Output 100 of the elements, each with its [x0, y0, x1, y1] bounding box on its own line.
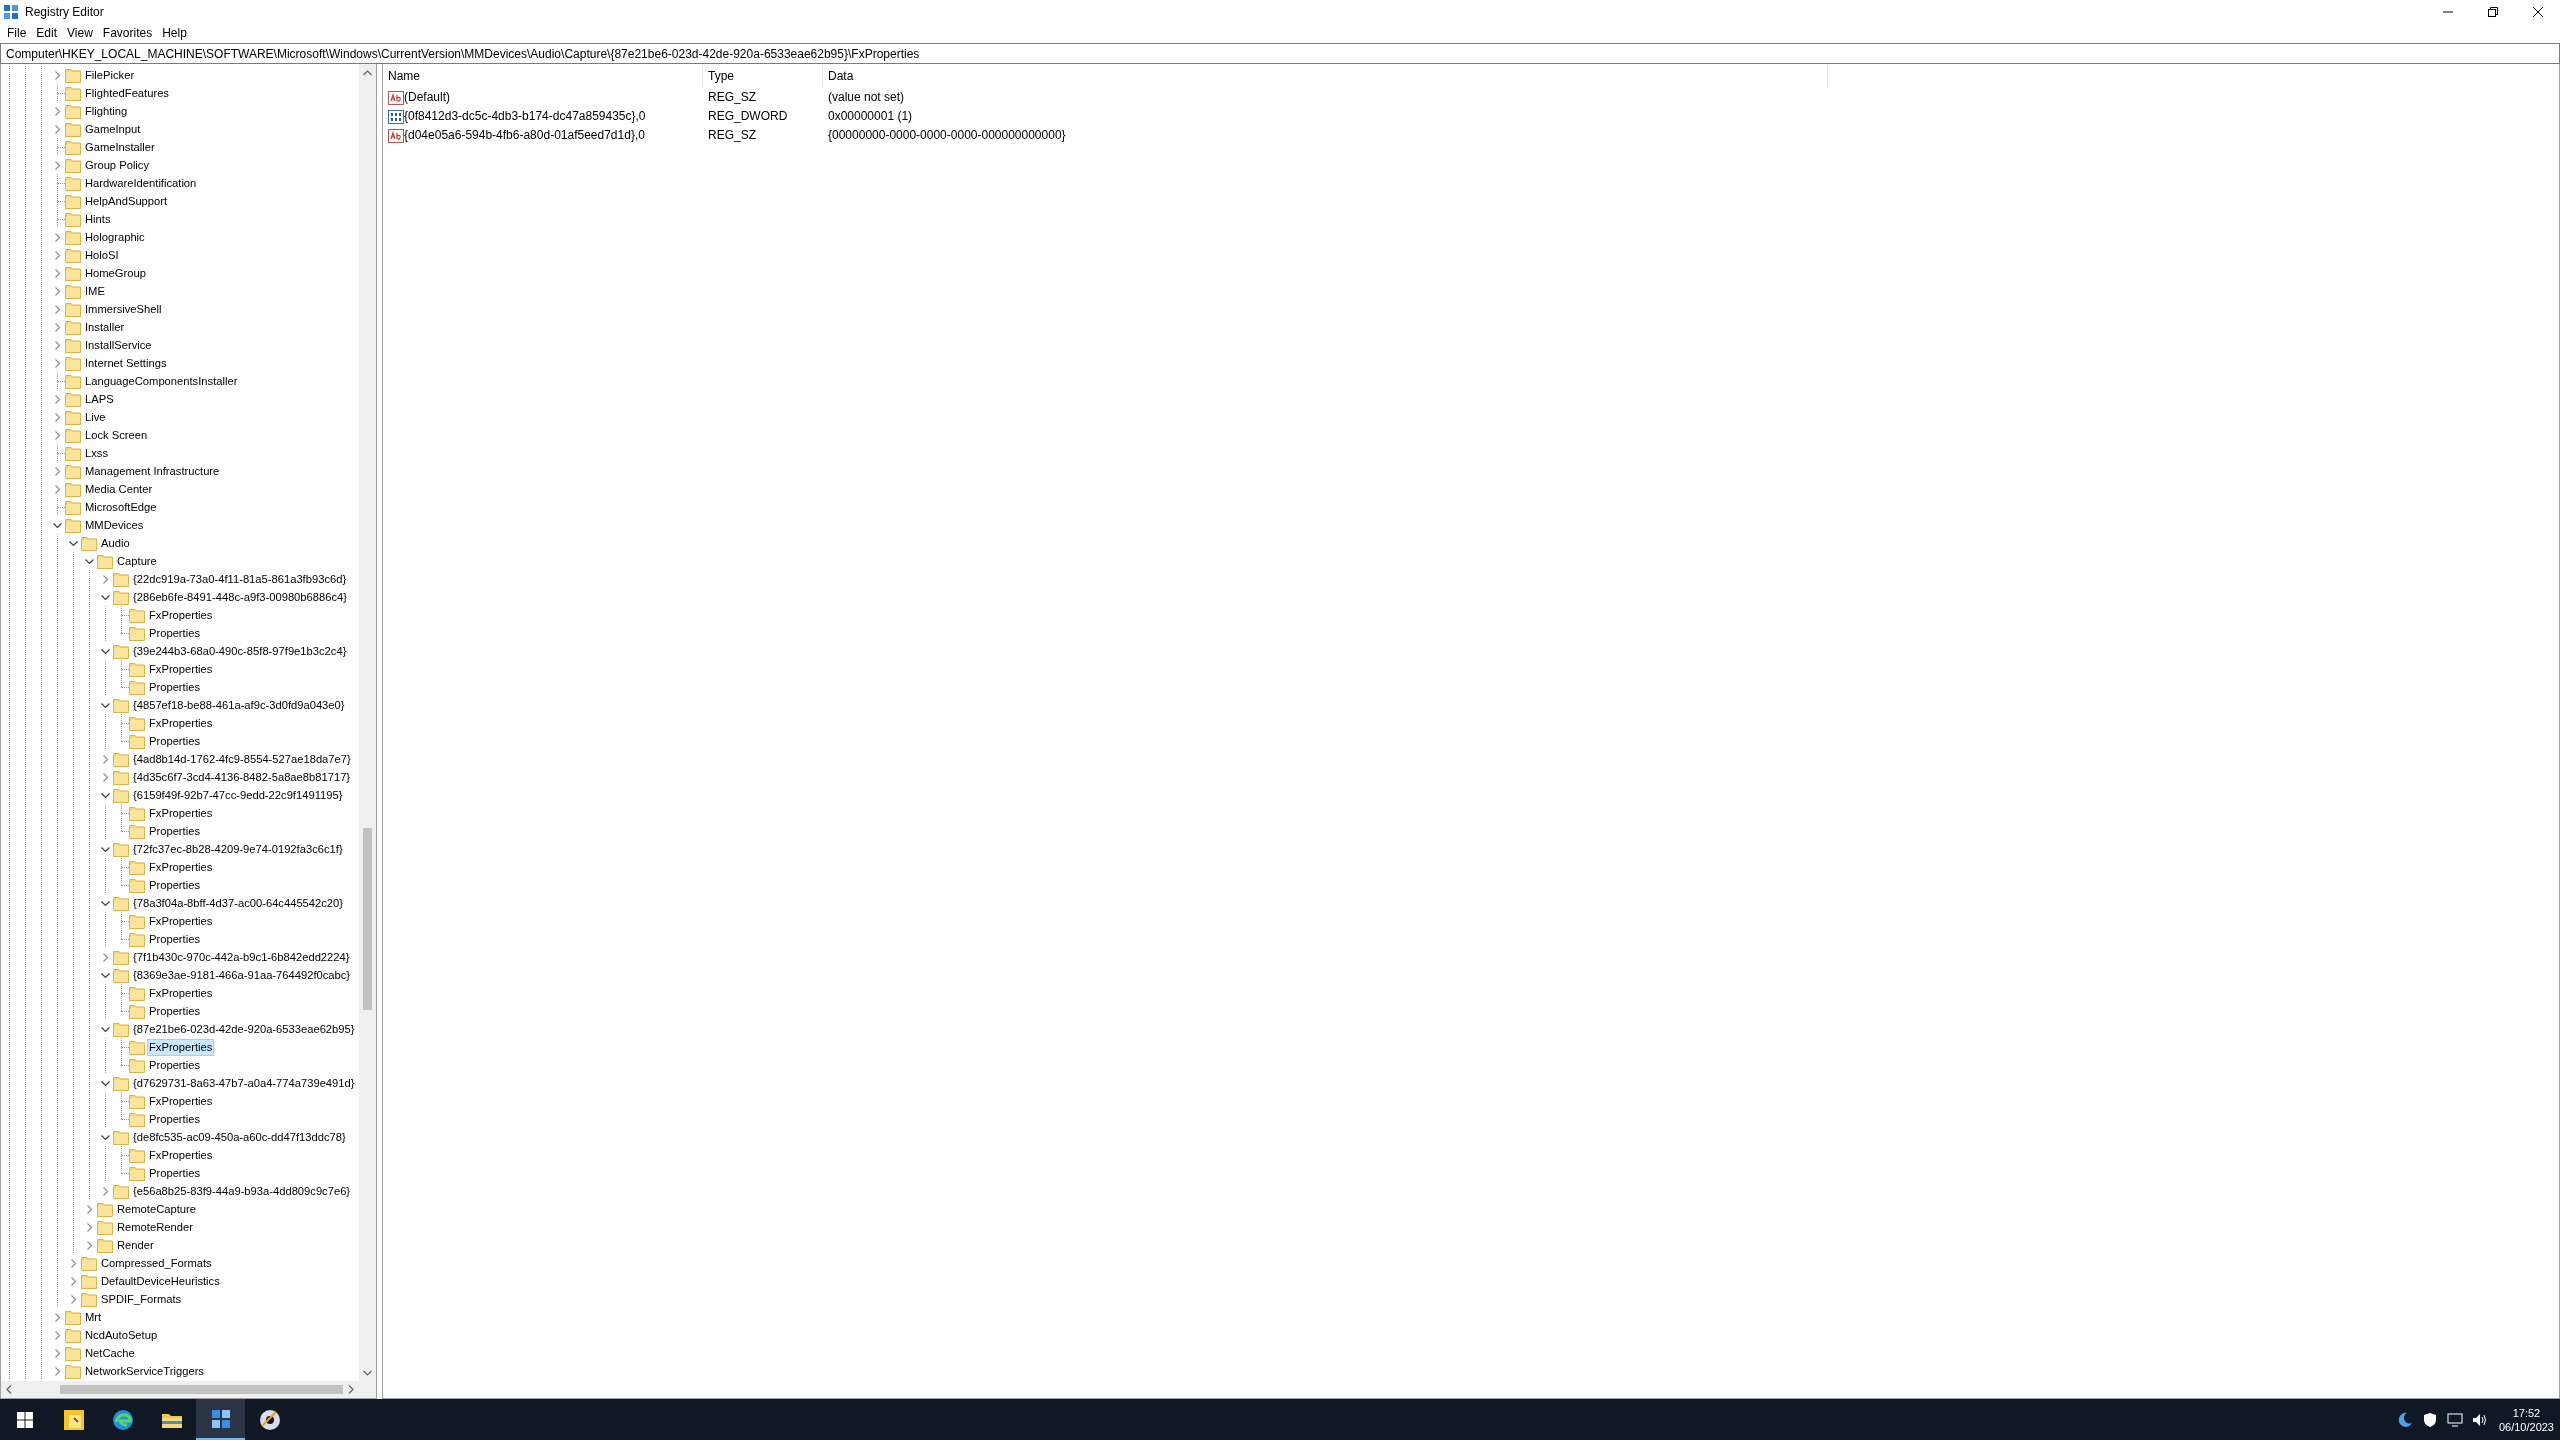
scroll-left-icon[interactable]	[6, 1385, 13, 1394]
tree-item[interactable]: {6159f49f-92b7-47cc-9edd-22c9f1491195}	[131, 786, 345, 804]
chevron-down-icon[interactable]	[68, 538, 78, 548]
chevron-right-icon[interactable]	[68, 1294, 78, 1304]
tree-item[interactable]: MMDevices	[83, 516, 146, 534]
chevron-down-icon[interactable]	[100, 1132, 110, 1142]
tree-item[interactable]: Lock Screen	[83, 426, 150, 444]
tree-item[interactable]: RemoteCapture	[115, 1200, 198, 1218]
tree-item[interactable]: FxProperties	[147, 660, 215, 678]
tree-item[interactable]: FxProperties	[147, 714, 215, 732]
chevron-right-icon[interactable]	[68, 1258, 78, 1268]
taskbar-app-button[interactable]	[196, 1399, 245, 1440]
tree-item[interactable]: Internet Settings	[83, 354, 169, 372]
tree-item[interactable]: Lxss	[83, 444, 110, 462]
tree-item[interactable]: FxProperties	[147, 804, 215, 822]
tree-item[interactable]: {39e244b3-68a0-490c-85f8-97f9e1b3c2c4}	[131, 642, 349, 660]
tree-item[interactable]: {d7629731-8a63-47b7-a0a4-774a739e491d}	[131, 1074, 357, 1092]
tree-item[interactable]: FilePicker	[83, 66, 137, 84]
tree-item[interactable]: {4d35c6f7-3cd4-4136-8482-5a8ae8b81717}	[131, 768, 353, 786]
tree-item[interactable]: Properties	[147, 1110, 202, 1128]
chevron-right-icon[interactable]	[52, 1312, 62, 1322]
chevron-right-icon[interactable]	[84, 1240, 94, 1250]
tree-item[interactable]: HoloSI	[83, 246, 121, 264]
chevron-right-icon[interactable]	[52, 70, 62, 80]
tree-item[interactable]: DefaultDeviceHeuristics	[99, 1272, 222, 1290]
tree-item[interactable]: Properties	[147, 732, 202, 750]
address-field[interactable]: Computer\HKEY_LOCAL_MACHINE\SOFTWARE\Microsoft\Windows\CurrentVersion\MMDevices\Audio\Capture\{87e21be6-023d-42de-920a-6533eae62b95}\FxProperties	[0, 43, 2560, 64]
chevron-down-icon[interactable]	[100, 898, 110, 908]
tree-item[interactable]: Compressed_Formats	[99, 1254, 214, 1272]
tree-item[interactable]: Properties	[147, 1056, 202, 1074]
scroll-down-icon[interactable]	[363, 1369, 372, 1376]
tree-item[interactable]: RemoteRender	[115, 1218, 195, 1236]
chevron-right-icon[interactable]	[100, 754, 110, 764]
scrollbar-thumb[interactable]	[363, 828, 372, 1010]
chevron-right-icon[interactable]	[52, 106, 62, 116]
chevron-right-icon[interactable]	[52, 1348, 62, 1358]
chevron-down-icon[interactable]	[100, 592, 110, 602]
tree-item[interactable]: Flighting	[83, 102, 130, 120]
chevron-right-icon[interactable]	[100, 772, 110, 782]
tree-item[interactable]: NcdAutoSetup	[83, 1326, 160, 1344]
tree-item[interactable]: Properties	[147, 1164, 202, 1182]
menu-item[interactable]: Edit	[31, 23, 63, 43]
value-name[interactable]: {0f8412d3-dc5c-4db3-b174-dc47a859435c},0	[404, 107, 646, 126]
tree-item[interactable]: Render	[115, 1236, 156, 1254]
tree-item[interactable]: Holographic	[83, 228, 147, 246]
value-name[interactable]: (Default)	[404, 88, 450, 107]
tree-item[interactable]: Installer	[83, 318, 127, 336]
tree-item[interactable]: FxProperties	[147, 858, 215, 876]
tree-item[interactable]: {22dc919a-73a0-4f11-81a5-861a3fb93c6d}	[131, 570, 349, 588]
tree-item[interactable]: FxProperties	[147, 1146, 215, 1164]
tree-item[interactable]: IME	[83, 282, 107, 300]
tree-item[interactable]: Management Infrastructure	[83, 462, 222, 480]
tree-item[interactable]: FxProperties	[147, 1092, 215, 1110]
column-header[interactable]: Name	[383, 64, 703, 88]
chevron-down-icon[interactable]	[100, 790, 110, 800]
tree-item[interactable]: FxProperties	[147, 606, 215, 624]
chevron-right-icon[interactable]	[52, 268, 62, 278]
tree-item[interactable]: Capture	[115, 552, 159, 570]
tree-item[interactable]: HomeGroup	[83, 264, 148, 282]
tree-item[interactable]: ImmersiveShell	[83, 300, 164, 318]
chevron-right-icon[interactable]	[100, 574, 110, 584]
chevron-right-icon[interactable]	[52, 304, 62, 314]
chevron-right-icon[interactable]	[52, 1366, 62, 1376]
chevron-right-icon[interactable]	[52, 250, 62, 260]
chevron-down-icon[interactable]	[100, 844, 110, 854]
chevron-right-icon[interactable]	[52, 232, 62, 242]
chevron-right-icon[interactable]	[52, 322, 62, 332]
tree-item[interactable]: Hints	[83, 210, 113, 228]
tree-item[interactable]: GameInput	[83, 120, 143, 138]
scroll-up-icon[interactable]	[363, 69, 372, 76]
menu-item[interactable]: File	[2, 23, 32, 43]
tree-item[interactable]: MicrosoftEdge	[83, 498, 159, 516]
tree-item[interactable]: GameInstaller	[83, 138, 157, 156]
chevron-right-icon[interactable]	[52, 340, 62, 350]
tree-item[interactable]: NetworkServiceTriggers	[83, 1362, 206, 1380]
tree-item[interactable]: {4ad8b14d-1762-4fc9-8554-527ae18da7e7}	[131, 750, 353, 768]
chevron-right-icon[interactable]	[68, 1276, 78, 1286]
chevron-right-icon[interactable]	[52, 412, 62, 422]
tree-item[interactable]: {4857ef18-be88-461a-af9c-3d0fd9a043e0}	[131, 696, 347, 714]
column-header[interactable]: Data	[823, 64, 1828, 88]
tree-item[interactable]: NetCache	[83, 1344, 137, 1362]
tree-item[interactable]: Properties	[147, 1002, 202, 1020]
chevron-right-icon[interactable]	[100, 952, 110, 962]
tree-item[interactable]: Media Center	[83, 480, 155, 498]
chevron-right-icon[interactable]	[52, 394, 62, 404]
chevron-down-icon[interactable]	[100, 646, 110, 656]
menu-item[interactable]: View	[62, 23, 98, 43]
value-name[interactable]: {d04e05a6-594b-4fb6-a80d-01af5eed7d1d},0	[404, 126, 645, 145]
chevron-right-icon[interactable]	[52, 124, 62, 134]
chevron-right-icon[interactable]	[52, 430, 62, 440]
tree-item[interactable]: LanguageComponentsInstaller	[83, 372, 240, 390]
tree-item[interactable]: InstallService	[83, 336, 154, 354]
tree-item[interactable]: Properties	[147, 822, 202, 840]
chevron-right-icon[interactable]	[52, 286, 62, 296]
tree-item[interactable]: FxProperties	[147, 912, 215, 930]
tree-item[interactable]: {87e21be6-023d-42de-920a-6533eae62b95}	[131, 1020, 357, 1038]
tree-item[interactable]: Audio	[99, 534, 132, 552]
tree-item[interactable]: FxProperties	[147, 1038, 215, 1056]
tree-item[interactable]: Properties	[147, 678, 202, 696]
chevron-down-icon[interactable]	[100, 1078, 110, 1088]
